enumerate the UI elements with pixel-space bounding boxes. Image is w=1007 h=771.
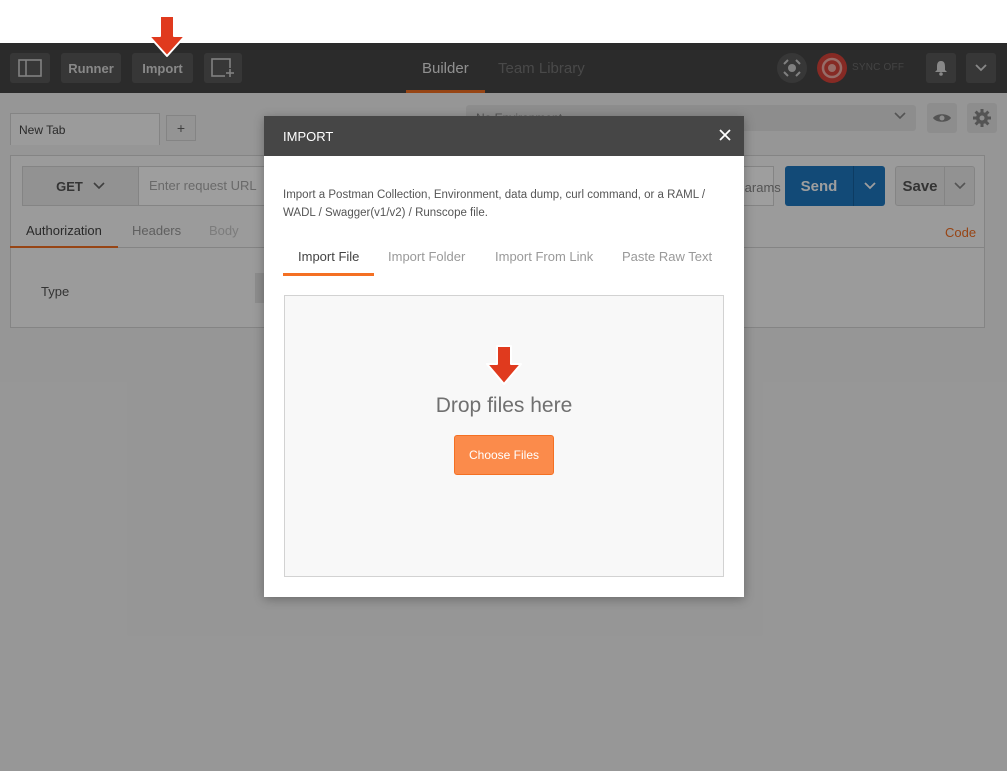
choose-files-label: Choose Files: [468, 448, 540, 462]
import-tabs: Import File Import Folder Import From Li…: [282, 246, 725, 276]
modal-header: IMPORT: [264, 116, 744, 156]
tab-import-file[interactable]: Import File: [282, 249, 375, 276]
tab-import-from-link[interactable]: Import From Link: [495, 249, 593, 264]
tab-paste-raw-text[interactable]: Paste Raw Text: [622, 249, 712, 264]
import-modal: IMPORT Import a Postman Collection, Envi…: [264, 116, 744, 597]
choose-files-button[interactable]: Choose Files: [454, 435, 554, 475]
file-drop-zone[interactable]: Drop files here Choose Files: [284, 295, 724, 577]
arrow-down-icon: [148, 15, 186, 57]
close-icon[interactable]: [718, 128, 732, 142]
modal-description: Import a Postman Collection, Environment…: [283, 189, 706, 219]
drop-files-text: Drop files here: [435, 394, 573, 417]
tab-import-folder[interactable]: Import Folder: [388, 249, 465, 264]
arrow-down-icon: [486, 345, 522, 385]
modal-title: IMPORT: [283, 129, 334, 144]
